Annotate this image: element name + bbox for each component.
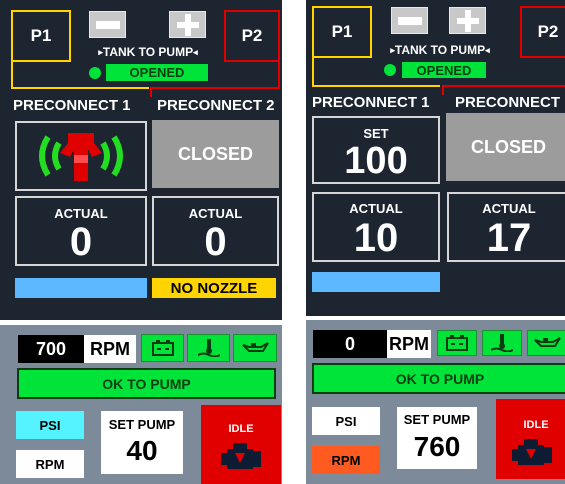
coolant-temp-icon bbox=[491, 334, 513, 352]
actual-1-value: 10 bbox=[353, 216, 399, 260]
rpm-unit: RPM bbox=[387, 330, 431, 358]
p1-button[interactable]: P1 bbox=[312, 6, 372, 58]
rpm-readout: 0 bbox=[313, 330, 387, 358]
set-preconnect-1-box[interactable]: SET 100 bbox=[312, 116, 440, 184]
p1-label: P1 bbox=[30, 26, 52, 45]
set-pump-label: SET PUMP bbox=[108, 417, 176, 432]
psi-mode-button[interactable]: PSI bbox=[312, 407, 380, 435]
coolant-temp-indicator[interactable] bbox=[482, 330, 522, 356]
preconnect-1-nozzle-button[interactable] bbox=[15, 121, 147, 191]
tank-to-pump-label: ▸ TANK TO PUMP ◂ bbox=[390, 43, 490, 57]
oil-can-icon bbox=[534, 337, 561, 347]
red-connector-down bbox=[150, 87, 152, 97]
idle-button[interactable]: IDLE bbox=[496, 399, 565, 479]
set-label: SET bbox=[363, 126, 389, 141]
oil-pressure-indicator[interactable] bbox=[527, 330, 565, 356]
actual-2-label: ACTUAL bbox=[188, 206, 243, 221]
actual-1-value: 0 bbox=[69, 220, 93, 264]
p1-label: P1 bbox=[331, 22, 353, 41]
actual-1-label: ACTUAL bbox=[54, 206, 108, 221]
set-pump-value: 40 bbox=[126, 435, 158, 466]
plus-button[interactable] bbox=[169, 11, 206, 38]
actual-1-label: ACTUAL bbox=[349, 201, 403, 216]
yellow-connector bbox=[312, 57, 314, 87]
idle-label: IDLE bbox=[228, 423, 254, 435]
right-arrow-icon: ◂ bbox=[193, 46, 198, 57]
battery-indicator[interactable] bbox=[437, 330, 477, 356]
engine-icon bbox=[221, 443, 261, 469]
red-connector-bottom bbox=[442, 85, 565, 87]
coolant-temp-indicator[interactable] bbox=[187, 334, 230, 362]
minus-icon bbox=[95, 20, 120, 29]
right-arrow-icon: ◂ bbox=[485, 44, 490, 55]
psi-mode-button[interactable]: PSI bbox=[16, 411, 84, 439]
plus-button[interactable] bbox=[449, 7, 486, 34]
p2-button[interactable]: P2 bbox=[224, 10, 280, 62]
no-nozzle-warning: NO NOZZLE bbox=[152, 278, 276, 298]
set-pump-value: 760 bbox=[413, 431, 461, 462]
preconnect-1-header: PRECONNECT 1 bbox=[312, 94, 430, 111]
tank-status-badge[interactable]: OPENED bbox=[106, 64, 208, 81]
preconnect-1-header: PRECONNECT 1 bbox=[13, 97, 131, 114]
actual-2-label: ACTUAL bbox=[482, 201, 536, 216]
preconnect-2-header: PRECONNECT 2 bbox=[157, 97, 275, 114]
rpm-readout: 700 bbox=[18, 335, 84, 363]
red-connector-bottom bbox=[150, 87, 280, 89]
coolant-temp-icon bbox=[197, 339, 220, 357]
yellow-connector-bottom bbox=[11, 87, 149, 89]
red-connector bbox=[278, 61, 280, 89]
left-pump-panel: P1 P2 ▸ TANK TO PUMP ◂ OPENED PRECONNECT… bbox=[0, 0, 282, 484]
set-value: 100 bbox=[344, 140, 408, 182]
preconnect-1-flow-bar bbox=[312, 272, 440, 292]
ok-to-pump-button[interactable]: OK TO PUMP bbox=[17, 368, 276, 399]
actual-1-box: ACTUAL 0 bbox=[15, 196, 147, 266]
p2-label: P2 bbox=[537, 22, 559, 41]
plus-icon bbox=[176, 13, 199, 36]
oil-pressure-indicator[interactable] bbox=[233, 334, 277, 362]
p1-button[interactable]: P1 bbox=[11, 10, 71, 62]
ok-to-pump-button[interactable]: OK TO PUMP bbox=[312, 363, 565, 394]
yellow-connector bbox=[11, 61, 13, 89]
rpm-mode-button[interactable]: RPM bbox=[16, 450, 84, 478]
battery-icon bbox=[446, 335, 468, 351]
rpm-unit: RPM bbox=[84, 335, 136, 363]
actual-2-box: ACTUAL 17 bbox=[447, 192, 565, 262]
red-connector-down bbox=[442, 85, 444, 95]
plus-icon bbox=[456, 9, 479, 32]
p2-button[interactable]: P2 bbox=[520, 6, 565, 58]
preconnect-2-closed-gauge[interactable]: CLOSED bbox=[152, 120, 279, 188]
actual-1-box: ACTUAL 10 bbox=[312, 192, 440, 262]
battery-indicator[interactable] bbox=[141, 334, 184, 362]
oil-can-icon bbox=[242, 342, 269, 352]
actual-2-box: ACTUAL 0 bbox=[152, 196, 279, 266]
actual-2-value: 0 bbox=[204, 220, 227, 264]
set-pump-box[interactable]: SET PUMP 760 bbox=[397, 407, 477, 469]
preconnect-2-closed-gauge[interactable]: CLOSED bbox=[446, 113, 565, 181]
set-pump-box[interactable]: SET PUMP 40 bbox=[101, 411, 183, 474]
minus-button[interactable] bbox=[391, 7, 428, 34]
battery-icon bbox=[151, 340, 174, 356]
tank-to-pump-label: ▸ TANK TO PUMP ◂ bbox=[98, 45, 198, 59]
preconnect-1-flow-bar bbox=[15, 278, 147, 298]
nozzle-flow-icon bbox=[39, 133, 123, 181]
idle-label: IDLE bbox=[523, 419, 549, 431]
tank-status-badge[interactable]: OPENED bbox=[402, 62, 486, 78]
status-dot-icon bbox=[89, 67, 101, 79]
idle-button[interactable]: IDLE bbox=[201, 405, 281, 484]
engine-icon bbox=[512, 439, 552, 465]
p2-label: P2 bbox=[241, 26, 263, 45]
minus-button[interactable] bbox=[89, 11, 126, 38]
yellow-connector-bottom bbox=[312, 85, 440, 87]
status-dot-icon bbox=[384, 64, 396, 76]
actual-2-value: 17 bbox=[486, 216, 532, 260]
set-pump-label: SET PUMP bbox=[403, 412, 471, 427]
rpm-mode-button[interactable]: RPM bbox=[312, 446, 380, 474]
minus-icon bbox=[397, 16, 422, 25]
right-pump-panel: P1 P2 ▸ TANK TO PUMP ◂ OPENED PRECONNECT… bbox=[306, 0, 565, 484]
